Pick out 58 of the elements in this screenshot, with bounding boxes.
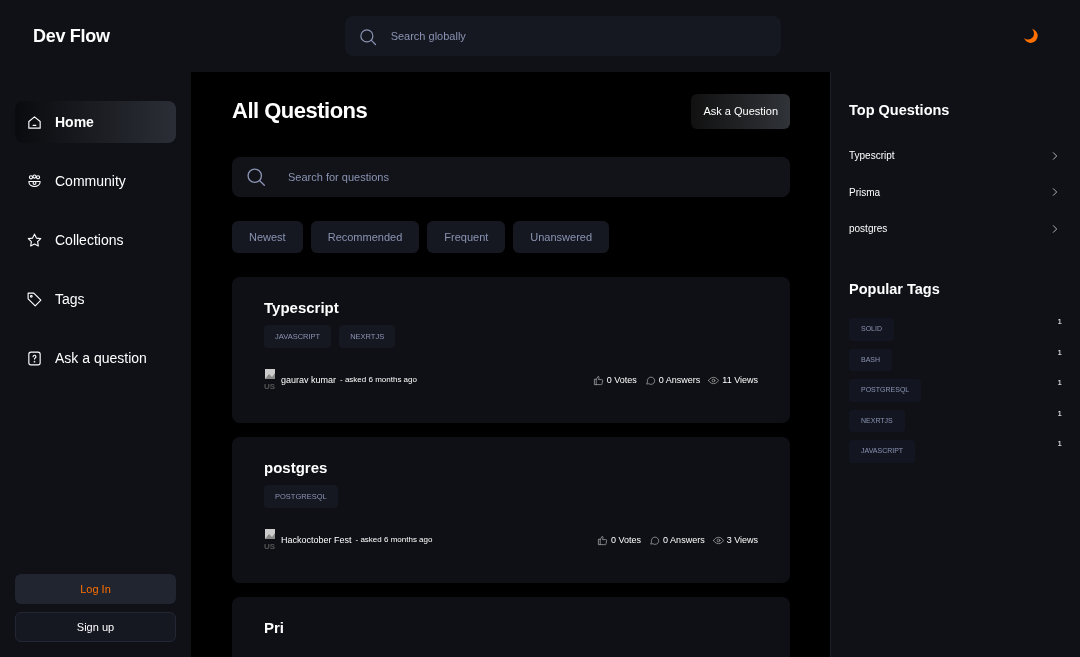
tag-count: 1: [1057, 316, 1062, 329]
logo[interactable]: Dev Flow: [33, 22, 110, 50]
home-icon: [26, 113, 43, 131]
page-title: All Questions: [232, 98, 368, 125]
nav-item[interactable]: Tags: [15, 278, 176, 320]
question-title[interactable]: Typescript: [264, 299, 758, 317]
nav-item[interactable]: Ask a question: [15, 337, 176, 379]
broken-image-icon: [264, 368, 276, 381]
avatar-alt-text: US: [264, 381, 276, 394]
stat-text: 11 Views: [722, 373, 758, 387]
question-title[interactable]: Pri: [264, 619, 758, 637]
eye-icon: [708, 374, 720, 386]
question-title[interactable]: postgres: [264, 459, 758, 477]
chevron-right-icon: [1050, 187, 1060, 198]
stat-text: 0 Votes: [611, 533, 642, 547]
search-icon: [358, 27, 377, 46]
filter-tab[interactable]: Recommended: [310, 220, 420, 253]
stat-text: 0 Answers: [658, 373, 701, 387]
people-icon: [26, 172, 43, 190]
asked-time: - asked 6 months ago: [355, 534, 433, 547]
login-button[interactable]: Log In: [15, 574, 176, 604]
search-icon: [246, 167, 266, 188]
filter-tab[interactable]: Frequent: [427, 220, 506, 253]
star-icon: [26, 231, 43, 249]
section-title: Top Questions: [849, 102, 951, 120]
speech-bubble-icon: [644, 374, 656, 386]
stat-text: 3 Views: [726, 533, 758, 547]
ask-question-button[interactable]: Ask a Question: [691, 94, 790, 129]
nav-item[interactable]: Community: [15, 160, 176, 202]
top-question-link[interactable]: Typescript: [849, 137, 1062, 174]
tag-count: 1: [1057, 438, 1062, 451]
thumbs-up-icon: [592, 374, 604, 386]
tag-icon: [26, 290, 43, 308]
chevron-right-icon: [1050, 223, 1060, 234]
broken-image-icon: [264, 528, 276, 541]
tag-count: 1: [1057, 407, 1062, 420]
top-question-link[interactable]: Prisma: [849, 173, 1062, 211]
author-name[interactable]: Hackoctober Fest: [281, 533, 352, 547]
chevron-right-icon: [1050, 150, 1060, 161]
thumbs-up-icon: [597, 534, 609, 546]
eye-icon: [712, 534, 724, 546]
nav-item[interactable]: Home: [15, 101, 176, 143]
asked-time: - asked 6 months ago: [340, 374, 417, 387]
section-title: Popular Tags: [849, 280, 941, 299]
nav-item[interactable]: Collections: [15, 219, 176, 261]
filter-tab[interactable]: Unanswered: [513, 220, 610, 253]
author-name[interactable]: gaurav kumar: [281, 373, 337, 387]
moon-icon[interactable]: [1023, 28, 1040, 46]
stat-text: 0 Votes: [606, 373, 637, 387]
top-question-link[interactable]: postgres: [849, 210, 1062, 247]
tag-count: 1: [1057, 377, 1062, 390]
avatar-alt-text: US: [264, 541, 276, 554]
filter-tab[interactable]: Newest: [232, 220, 303, 253]
question-icon: [26, 349, 43, 367]
tag-count: 1: [1057, 346, 1062, 359]
signup-button[interactable]: Sign up: [15, 612, 176, 642]
stat-text: 0 Answers: [663, 533, 705, 547]
speech-bubble-icon: [649, 534, 661, 546]
